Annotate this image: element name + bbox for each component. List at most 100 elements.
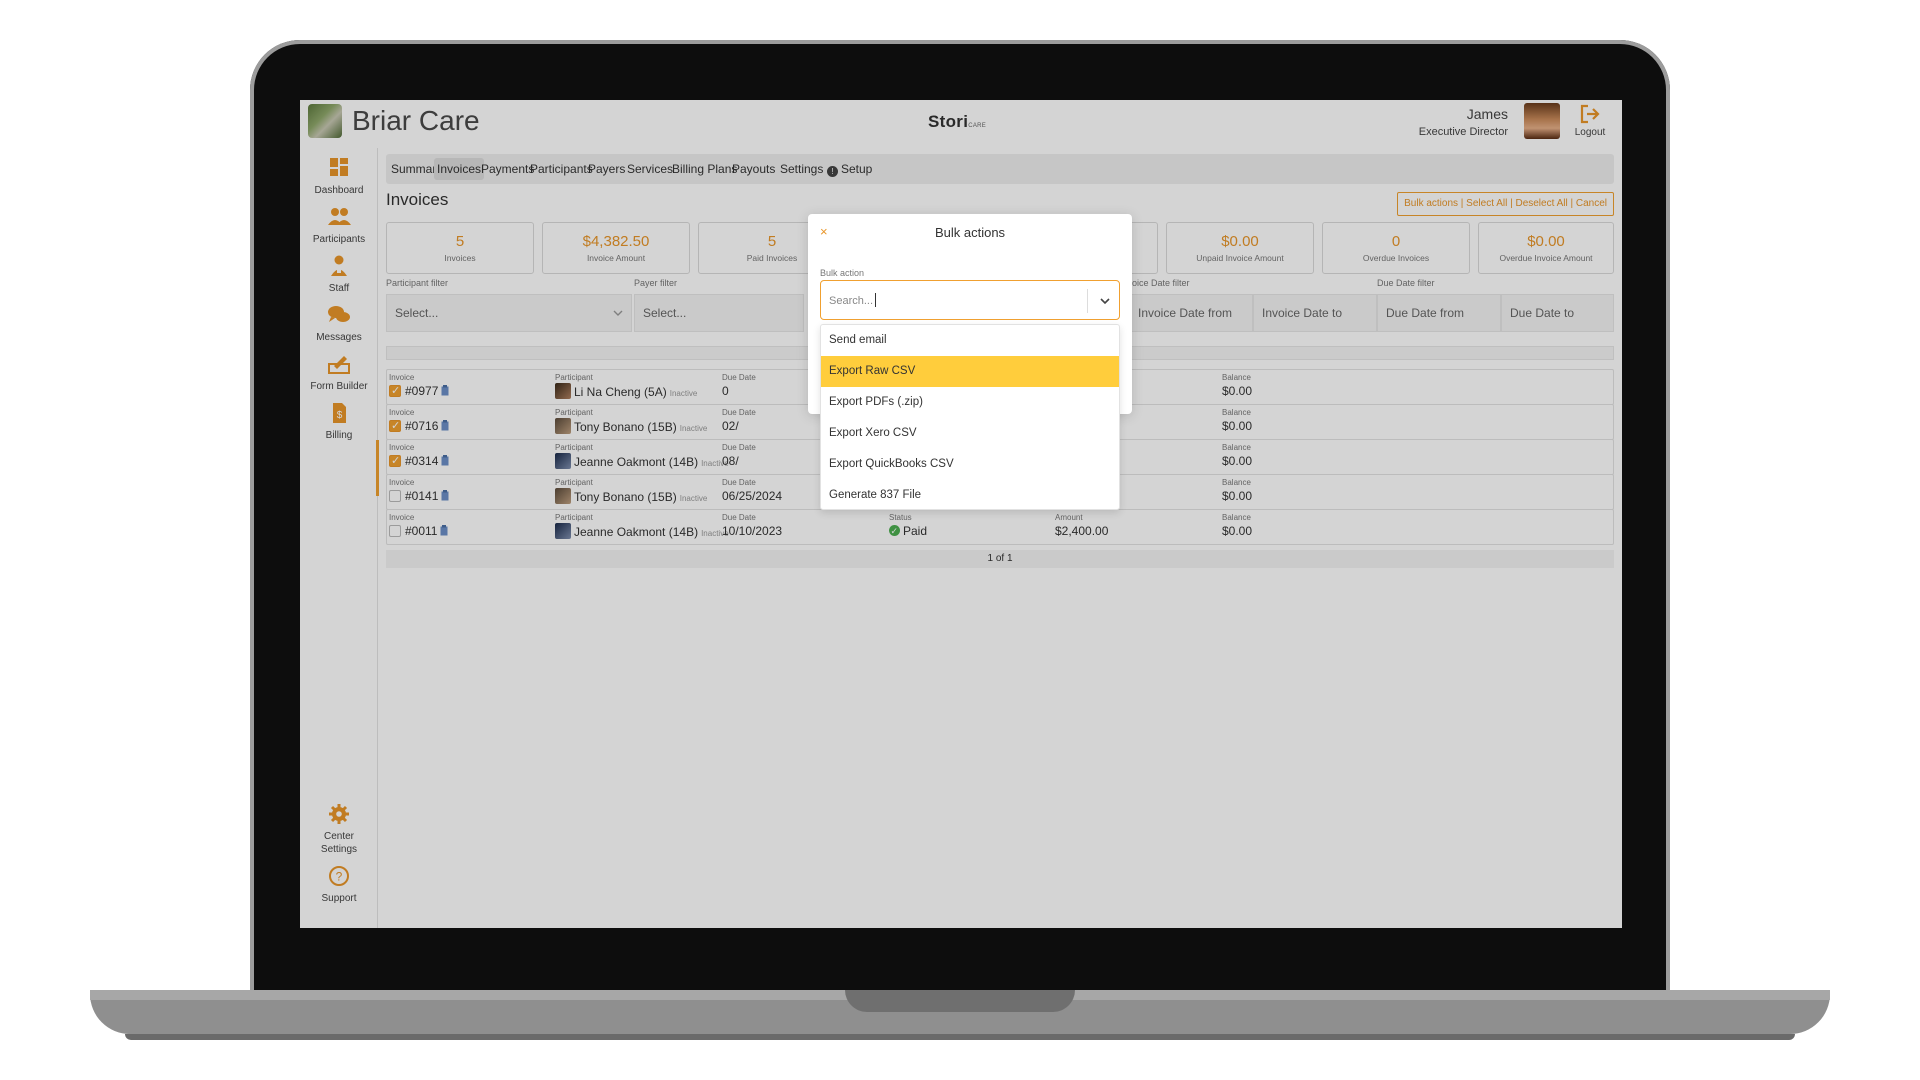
participant-cell: Participant Jeanne Oakmont (14B) Inactive (555, 512, 729, 542)
amount-cell: Amount $2,400.00 (1055, 512, 1108, 539)
due-date-from-input[interactable]: Due Date from (1377, 294, 1501, 332)
info-icon: ! (827, 166, 838, 177)
dropdown-option[interactable]: Send email (821, 325, 1119, 356)
participant-name[interactable]: Jeanne Oakmont (14B) (574, 455, 698, 469)
balance-cell: Balance $0.00 (1222, 477, 1252, 504)
participant-name[interactable]: Jeanne Oakmont (14B) (574, 525, 698, 539)
column-label: Participant (555, 373, 593, 382)
clipboard-icon[interactable] (440, 525, 448, 536)
sidebar-item-participants[interactable]: Participants (300, 205, 378, 246)
participant-filter-label: Participant filter (386, 278, 449, 288)
column-label: Amount (1055, 513, 1083, 522)
pagination: 1 of 1 (386, 550, 1614, 568)
bulk-action-label: Bulk action (820, 268, 865, 278)
invoice-cell: Invoice #0716 (389, 407, 449, 434)
sidebar-item-center-settings[interactable]: Center Settings (300, 802, 378, 856)
logout-icon (1580, 104, 1600, 124)
staff-icon (331, 255, 347, 276)
participant-value: Jeanne Oakmont (14B) Inactive (555, 453, 729, 472)
invoice-number: #0716 (389, 418, 449, 434)
inactive-badge: Inactive (679, 424, 708, 433)
due-date-to-input[interactable]: Due Date to (1501, 294, 1614, 332)
dropdown-option[interactable]: Export PDFs (.zip) (821, 387, 1119, 418)
row-checkbox[interactable] (389, 418, 401, 434)
participant-cell: Participant Li Na Cheng (5A) Inactive (555, 372, 697, 402)
dropdown-option[interactable]: Export Raw CSV (821, 356, 1119, 387)
bulk-action-options: Send email Export Raw CSV Export PDFs (.zi… (820, 324, 1120, 510)
participant-name[interactable]: Li Na Cheng (5A) (574, 385, 667, 399)
participant-cell: Participant Jeanne Oakmont (14B) Inactive (555, 442, 729, 472)
participant-name[interactable]: Tony Bonano (15B) (574, 490, 677, 504)
column-label: Balance (1222, 513, 1251, 522)
due-date-value: 06/25/2024 (722, 489, 783, 503)
balance-value: $0.00 (1222, 454, 1253, 468)
tab-payouts[interactable]: Payouts (729, 158, 778, 180)
invoice-date-from-input[interactable]: Invoice Date from (1129, 294, 1253, 332)
invoice-number-text[interactable]: #0011 (405, 524, 437, 538)
sidebar: Dashboard Participants Staff Messages Fo… (300, 148, 379, 928)
app-logo-text: Stori (928, 112, 969, 131)
clipboard-icon[interactable] (441, 490, 449, 501)
chevron-down-icon (613, 310, 623, 316)
dropdown-option[interactable]: Generate 837 File (821, 480, 1119, 511)
tab-invoices[interactable]: Invoices (434, 158, 485, 180)
screen: Briar Care StoriCARE James Executive Dir… (300, 100, 1622, 928)
invoice-number-text[interactable]: #0716 (405, 419, 438, 433)
bulk-actions-links[interactable]: Bulk actions | Select All | Deselect All… (1397, 192, 1614, 216)
invoice-number-text[interactable]: #0977 (405, 384, 438, 398)
column-label: Balance (1222, 408, 1251, 417)
column-label: Participant (555, 443, 593, 452)
avatar[interactable] (1524, 103, 1560, 139)
row-checkbox[interactable] (389, 525, 401, 537)
payer-filter-select[interactable]: Select... (634, 294, 804, 332)
stat-label: Invoice Amount (586, 253, 646, 263)
participant-filter-select[interactable]: Select... (386, 294, 632, 332)
column-label: Status (889, 513, 912, 522)
logout-label: Logout (1574, 127, 1606, 138)
sidebar-label: Participants (312, 234, 366, 245)
tab-settings[interactable]: Settings (777, 158, 826, 180)
balance-value: $0.00 (1222, 419, 1253, 433)
sidebar-item-staff[interactable]: Staff (300, 254, 378, 295)
column-label: Balance (1222, 443, 1251, 452)
sidebar-active-indicator (376, 440, 379, 496)
app-logo-sub: CARE (968, 123, 987, 129)
search-placeholder-text: Search... (829, 295, 874, 307)
invoice-number-text[interactable]: #0314 (405, 454, 438, 468)
status-cell: Status Paid (889, 512, 927, 539)
sidebar-item-support[interactable]: ? Support (300, 864, 378, 905)
invoice-number-text[interactable]: #0141 (405, 489, 438, 503)
sidebar-item-billing[interactable]: $ Billing (300, 401, 378, 442)
balance-cell: Balance $0.00 (1222, 407, 1252, 434)
clipboard-icon[interactable] (441, 385, 449, 396)
column-label: Participant (555, 408, 593, 417)
logout-button[interactable]: Logout (1570, 104, 1610, 138)
participant-value: Li Na Cheng (5A) Inactive (555, 383, 697, 402)
tab-setup[interactable]: ! Setup (824, 158, 875, 180)
chevron-down-icon[interactable] (1099, 295, 1111, 307)
check-circle-icon (889, 523, 900, 539)
participant-name[interactable]: Tony Bonano (15B) (574, 420, 677, 434)
clipboard-icon[interactable] (441, 420, 449, 431)
dropdown-option[interactable]: Export Xero CSV (821, 418, 1119, 449)
row-checkbox[interactable] (389, 490, 401, 502)
sidebar-item-form-builder[interactable]: Form Builder (300, 352, 378, 393)
app-header: Briar Care StoriCARE James Executive Dir… (300, 100, 1622, 148)
column-label: Balance (1222, 478, 1251, 487)
bulk-action-search-input[interactable]: Search... (820, 280, 1120, 320)
invoice-date-to-input[interactable]: Invoice Date to (1253, 294, 1377, 332)
gear-icon (329, 804, 349, 824)
sidebar-item-dashboard[interactable]: Dashboard (300, 156, 378, 197)
row-checkbox[interactable] (389, 383, 401, 399)
participant-avatar (555, 523, 571, 539)
tab-payers[interactable]: Payers (585, 158, 628, 180)
table-row[interactable]: Invoice #0011 Participant Jeanne Oakmont… (386, 509, 1614, 545)
participant-avatar (555, 383, 571, 399)
invoice-cell: Invoice #0314 (389, 442, 449, 469)
row-checkbox[interactable] (389, 453, 401, 469)
clipboard-icon[interactable] (441, 455, 449, 466)
column-label: Due Date (722, 408, 756, 417)
stat-label: Overdue Invoice Amount (1499, 253, 1593, 263)
sidebar-item-messages[interactable]: Messages (300, 303, 378, 344)
dropdown-option[interactable]: Export QuickBooks CSV (821, 449, 1119, 480)
